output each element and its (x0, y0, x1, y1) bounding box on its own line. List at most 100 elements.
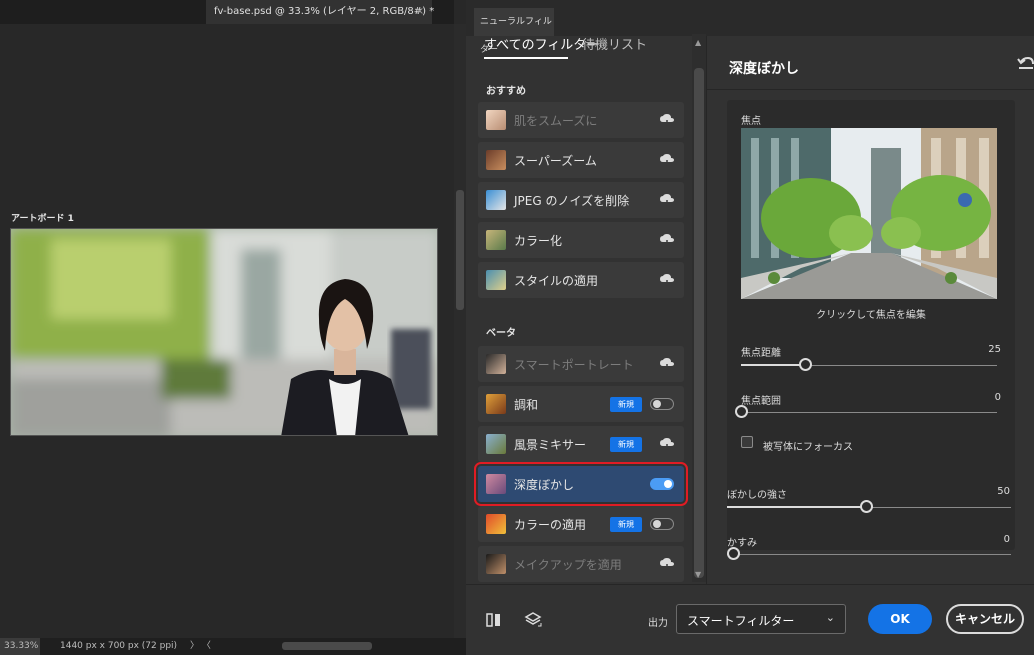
section-beta: ベータ (486, 328, 516, 339)
blur-strength-value: 50 (997, 486, 1010, 497)
jpeg-noise-thumbnail (486, 190, 506, 210)
haze-knob[interactable] (727, 547, 740, 560)
cloud-download-icon[interactable] (660, 438, 674, 450)
section-featured: おすすめ (486, 86, 526, 97)
tab-waitlist[interactable]: 待機リスト (582, 34, 647, 53)
focal-range-track[interactable] (741, 412, 997, 413)
focus-preview-image[interactable] (741, 128, 997, 299)
active-tab-indicator (484, 57, 568, 59)
scroll-up-icon[interactable]: ▲ (695, 38, 701, 47)
filter-item-label: JPEG のノイズを削除 (514, 194, 630, 208)
filter-list-scroll-thumb[interactable] (694, 68, 704, 578)
photoshop-window: fv-base.psd @ 33.3% (レイヤー 2, RGB/8#) * ×… (0, 0, 1034, 655)
harmonization-toggle[interactable] (650, 398, 674, 410)
filter-item-label: 肌をスムーズに (514, 114, 598, 128)
filter-item-super-zoom[interactable]: スーパーズーム (478, 142, 684, 178)
scroll-down-icon[interactable]: ▼ (695, 570, 701, 579)
filter-item-landscape-mixer[interactable]: 風景ミキサー 新規 (478, 426, 684, 462)
filter-item-label: スマートポートレート (514, 358, 634, 372)
filter-item-makeup-transfer[interactable]: メイクアップを適用 (478, 546, 684, 582)
new-badge: 新規 (610, 397, 642, 412)
focal-distance-label: 焦点距離 (741, 348, 781, 359)
new-badge: 新規 (610, 437, 642, 452)
close-icon[interactable]: × (416, 0, 424, 24)
filter-item-label: 深度ぼかし (514, 478, 575, 492)
panel-title-bar: ニューラルフィルター (466, 0, 1034, 55)
filter-item-label: スーパーズーム (514, 154, 597, 168)
toggle-knob (653, 400, 661, 408)
toggle-knob (653, 520, 661, 528)
color-transfer-toggle[interactable] (650, 518, 674, 530)
makeup-transfer-thumbnail (486, 554, 506, 574)
filter-item-jpeg-artifact-removal[interactable]: JPEG のノイズを削除 (478, 182, 684, 218)
focus-label: 焦点 (741, 116, 761, 127)
landscape-mixer-thumbnail (486, 434, 506, 454)
document-tab-title: fv-base.psd @ 33.3% (レイヤー 2, RGB/8#) * (214, 6, 435, 17)
focal-range-knob[interactable] (735, 405, 748, 418)
cloud-download-icon[interactable] (660, 114, 674, 126)
document-area: fv-base.psd @ 33.3% (レイヤー 2, RGB/8#) * ×… (0, 0, 454, 655)
blur-strength-label: ぼかしの強さ (727, 490, 787, 501)
blur-strength-knob[interactable] (860, 500, 873, 513)
colorize-thumbnail (486, 230, 506, 250)
skin-smoothing-thumbnail (486, 110, 506, 130)
panel-footer: 出力 スマートフィルター ⌄ OK キャンセル (466, 584, 1034, 655)
focus-caption: クリックして焦点を編集 (816, 310, 926, 321)
toggle-knob (664, 480, 672, 488)
focus-card: 焦点 クリックして焦点を編集 焦点距離 25 焦点範囲 0 被写体にフォーカス (727, 100, 1015, 550)
document-dimensions[interactable]: 1440 px x 700 px (72 ppi) (60, 638, 177, 655)
blur-strength-fill (727, 506, 865, 508)
depth-blur-thumbnail (486, 474, 506, 494)
canvas-image[interactable] (10, 228, 438, 436)
cloud-download-icon[interactable] (660, 194, 674, 206)
focal-range-label: 焦点範囲 (741, 396, 781, 407)
filter-item-label: メイクアップを適用 (514, 558, 622, 572)
filter-item-harmonization[interactable]: 調和 新規 (478, 386, 684, 422)
canvas-vertical-scroll-thumb[interactable] (456, 190, 464, 310)
cancel-button[interactable]: キャンセル (946, 604, 1024, 634)
focal-distance-value: 25 (988, 344, 1001, 355)
style-transfer-thumbnail (486, 270, 506, 290)
canvas-vertical-scrollbar[interactable] (454, 24, 466, 638)
filter-item-depth-blur[interactable]: 深度ぼかし (474, 462, 688, 506)
cloud-download-icon[interactable] (660, 234, 674, 246)
cloud-download-icon[interactable] (660, 154, 674, 166)
settings-title: 深度ぼかし (729, 61, 799, 77)
document-tab-bar: fv-base.psd @ 33.3% (レイヤー 2, RGB/8#) * × (0, 0, 454, 24)
neural-filters-panel: ニューラルフィルター すべてのフィルター 待機リスト おすすめ 肌をスムーズに … (466, 0, 1034, 655)
canvas-horizontal-scroll-thumb[interactable] (282, 642, 372, 650)
new-badge: 新規 (610, 517, 642, 532)
filter-item-smart-portrait[interactable]: スマートポートレート (478, 346, 684, 382)
filter-item-skin-smoothing[interactable]: 肌をスムーズに (478, 102, 684, 138)
focus-subject-label: 被写体にフォーカス (763, 442, 853, 453)
status-bar: 33.33% 1440 px x 700 px (72 ppi) 〉 〈 (0, 638, 466, 655)
cloud-download-icon[interactable] (660, 274, 674, 286)
ok-button[interactable]: OK (868, 604, 932, 634)
artboard-label: アートボード 1 (11, 214, 74, 224)
filter-item-label: 風景ミキサー (514, 438, 587, 452)
focus-subject-checkbox[interactable] (741, 436, 753, 448)
filter-item-color-transfer[interactable]: カラーの適用 新規 (478, 506, 684, 542)
cloud-download-icon[interactable] (660, 558, 674, 570)
filter-item-label: 調和 (514, 398, 539, 412)
status-arrows[interactable]: 〉 〈 (190, 638, 211, 655)
zoom-level[interactable]: 33.33% (0, 638, 40, 655)
filter-list: おすすめ 肌をスムーズに スーパーズーム JPEG のノイズを削除 カラー化 ス… (466, 70, 706, 590)
smart-portrait-thumbnail (486, 354, 506, 374)
haze-track[interactable] (727, 554, 1011, 555)
depth-blur-toggle[interactable] (650, 478, 674, 490)
focal-distance-knob[interactable] (799, 358, 812, 371)
filter-item-label: カラーの適用 (514, 518, 587, 532)
filter-item-colorize[interactable]: カラー化 (478, 222, 684, 258)
document-tab[interactable]: fv-base.psd @ 33.3% (レイヤー 2, RGB/8#) * × (206, 0, 435, 24)
filter-item-style-transfer[interactable]: スタイルの適用 (478, 262, 684, 298)
output-dropdown[interactable]: スマートフィルター ⌄ (676, 604, 846, 634)
compare-view-icon[interactable] (486, 613, 502, 627)
reset-icon[interactable] (1017, 56, 1034, 72)
focal-distance-fill (741, 364, 805, 366)
color-transfer-thumbnail (486, 514, 506, 534)
cloud-download-icon[interactable] (660, 358, 674, 370)
super-zoom-thumbnail (486, 150, 506, 170)
neural-filters-tab[interactable]: ニューラルフィルター (474, 8, 554, 55)
layers-icon[interactable] (524, 611, 542, 629)
